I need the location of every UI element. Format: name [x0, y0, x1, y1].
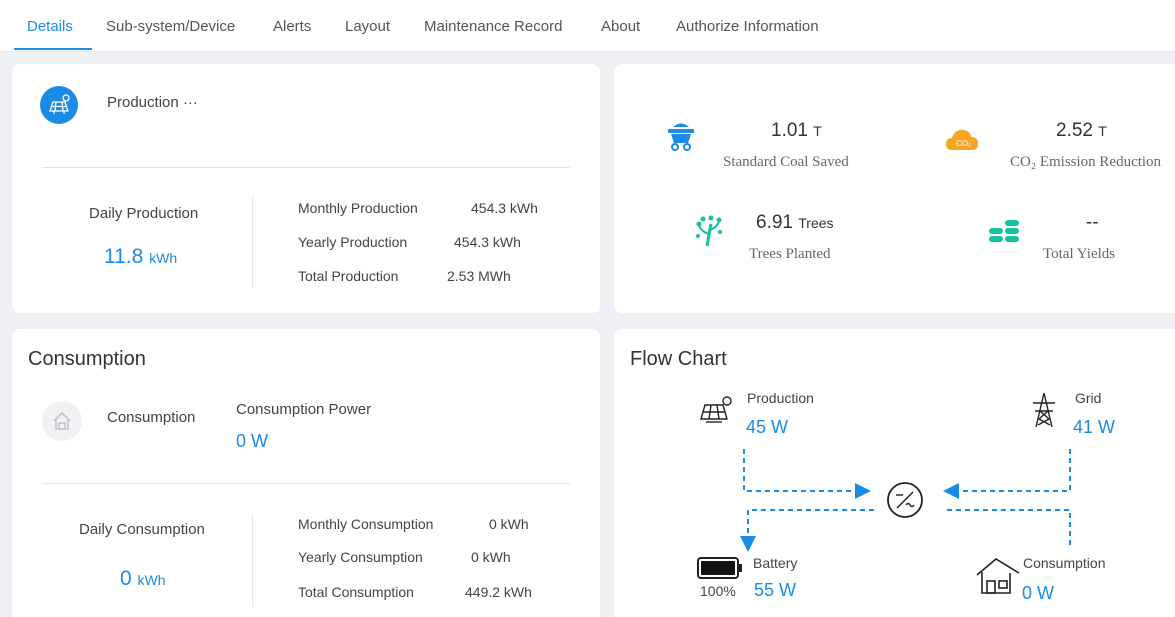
- yearly-consumption-value: 0 kWh: [471, 549, 511, 565]
- house-icon: [973, 555, 1023, 597]
- tab-layout[interactable]: Layout: [345, 18, 390, 35]
- co2-reduction-label: CO₂ Emission Reduction: [1010, 154, 1162, 170]
- divider: [42, 483, 570, 484]
- monthly-consumption-value: 0 kWh: [489, 516, 529, 532]
- consumption-power-value: 0 W: [236, 431, 269, 451]
- yearly-production-value: 454.3 kWh: [454, 234, 521, 250]
- flow-battery-value: 55 W: [754, 580, 797, 600]
- battery-icon: [696, 555, 744, 581]
- transmission-tower-icon: [1030, 391, 1058, 429]
- monthly-consumption-label: Monthly Consumption: [298, 516, 434, 532]
- coal-saved-value: 1.01 T: [771, 120, 822, 141]
- inverter-icon: [886, 481, 924, 519]
- divider: [252, 515, 253, 607]
- flow-production-value: 45 W: [746, 417, 789, 437]
- total-consumption-label: Total Consumption: [298, 584, 414, 600]
- solar-panel-icon: [698, 393, 734, 429]
- tab-maintenance-record[interactable]: Maintenance Record: [424, 18, 562, 35]
- total-production-value: 2.53 MWh: [447, 268, 511, 284]
- flow-consumption-value: 0 W: [1022, 583, 1055, 603]
- co2-reduction-value: 2.52 T: [1056, 120, 1107, 141]
- total-yields-label: Total Yields: [1043, 246, 1116, 262]
- monthly-production-value: 454.3 kWh: [471, 200, 538, 216]
- production-title: Production ···: [107, 94, 198, 111]
- daily-consumption-value: 0 kWh: [120, 567, 166, 590]
- house-icon: [42, 401, 82, 441]
- daily-production-value: 11.8 kWh: [104, 245, 178, 268]
- total-production-label: Total Production: [298, 268, 399, 284]
- co2-cloud-icon: CO₂: [945, 126, 979, 152]
- flow-consumption-label: Consumption: [1023, 555, 1106, 571]
- active-tab-indicator: [14, 48, 92, 50]
- flow-production-label: Production: [747, 390, 814, 406]
- flow-battery-label: Battery: [753, 555, 798, 571]
- coins-icon: [987, 218, 1027, 246]
- flow-grid-value: 41 W: [1073, 417, 1116, 437]
- coal-cart-icon: [666, 120, 696, 154]
- yearly-consumption-label: Yearly Consumption: [298, 549, 423, 565]
- tab-bar: Details Sub-system/Device Alerts Layout …: [0, 0, 1175, 52]
- trees-planted-label: Trees Planted: [749, 246, 831, 262]
- battery-percent: 100%: [700, 583, 736, 599]
- coal-saved-label: Standard Coal Saved: [723, 154, 849, 170]
- flow-grid-label: Grid: [1075, 390, 1102, 406]
- solar-panel-icon: [40, 86, 78, 124]
- tab-alerts[interactable]: Alerts: [273, 18, 311, 35]
- consumption-card-title: Consumption: [28, 348, 146, 370]
- total-yields-value: --: [1086, 212, 1099, 233]
- flow-chart-card: Flow Chart Production 45 W Grid 41 W 100…: [614, 329, 1175, 617]
- divider: [252, 196, 253, 288]
- tab-details[interactable]: Details: [27, 18, 73, 35]
- total-consumption-value: 449.2 kWh: [465, 584, 532, 600]
- consumption-icon-label: Consumption: [107, 409, 196, 426]
- environmental-benefits-card: 1.01 T Standard Coal Saved CO₂ 2.52 T CO…: [614, 64, 1175, 313]
- consumption-card: Consumption Consumption Consumption Powe…: [12, 329, 600, 617]
- trees-planted-value: 6.91 Trees: [756, 212, 834, 233]
- tab-about[interactable]: About: [601, 18, 640, 35]
- daily-consumption-label: Daily Consumption: [79, 521, 205, 538]
- tab-sub-system-device[interactable]: Sub-system/Device: [106, 18, 235, 35]
- yearly-production-label: Yearly Production: [298, 234, 408, 250]
- divider: [42, 167, 570, 168]
- monthly-production-label: Monthly Production: [298, 200, 418, 216]
- co2-badge: CO₂: [956, 139, 972, 148]
- tab-authorize-information[interactable]: Authorize Information: [676, 18, 819, 35]
- consumption-power-label: Consumption Power: [236, 401, 372, 418]
- production-card: Production ··· Daily Production 11.8 kWh…: [12, 64, 600, 313]
- tree-icon: [694, 212, 724, 248]
- daily-production-label: Daily Production: [89, 205, 199, 222]
